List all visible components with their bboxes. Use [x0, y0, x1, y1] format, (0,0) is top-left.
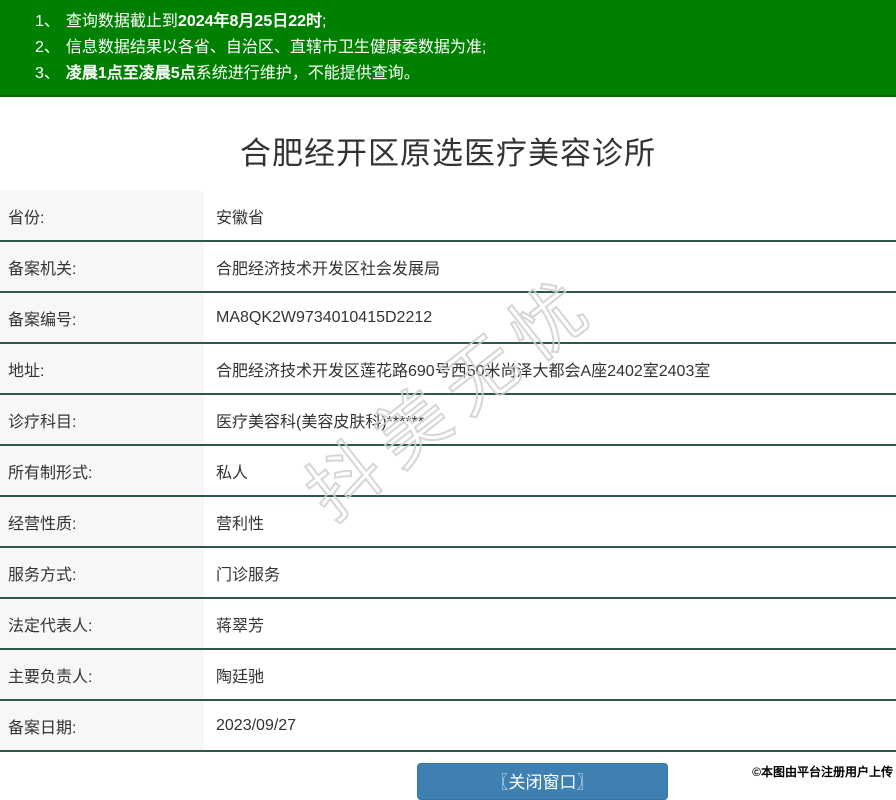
field-value: 合肥经济技术开发区莲花路690号西50米尚泽大都会A座2402室2403室 — [204, 343, 896, 395]
table-row: 备案编号: MA8QK2W9734010415D2212 — [0, 292, 896, 344]
notice-bold-text: 凌晨1点至凌晨5点 — [65, 65, 196, 82]
field-label: 地址: — [0, 343, 204, 395]
field-label: 备案机关: — [0, 241, 204, 293]
field-label: 备案日期: — [0, 700, 204, 752]
field-label: 法定代表人: — [0, 598, 204, 650]
notice-number: 3、 — [35, 65, 60, 82]
notice-number: 1、 — [35, 13, 60, 30]
table-row: 备案机关: 合肥经济技术开发区社会发展局 — [0, 241, 896, 293]
table-row: 地址: 合肥经济技术开发区莲花路690号西50米尚泽大都会A座2402室2403… — [0, 343, 896, 395]
copyright-stamp: ©本图由平台注册用户上传 — [752, 765, 893, 779]
field-value: 营利性 — [204, 496, 896, 548]
field-value: 合肥经济技术开发区社会发展局 — [204, 241, 896, 293]
field-value: 安徽省 — [204, 191, 896, 242]
notice-number: 2、 — [35, 39, 60, 56]
field-value: MA8QK2W9734010415D2212 — [204, 292, 896, 344]
table-row: 主要负责人: 陶廷驰 — [0, 649, 896, 701]
page-title: 合肥经开区原选医疗美容诊所 — [240, 136, 656, 171]
field-value: 2023/09/27 — [204, 700, 896, 752]
notice-header: 1、 查询数据截止到2024年8月25日22时; 2、 信息数据结果以各省、自治区、… — [0, 0, 896, 97]
field-value: 私人 — [204, 445, 896, 497]
table-row: 省份: 安徽省 — [0, 191, 896, 242]
table-row: 所有制形式: 私人 — [0, 445, 896, 497]
table-row: 诊疗科目: 医疗美容科(美容皮肤科)****** — [0, 394, 896, 446]
table-row: 备案日期: 2023/09/27 — [0, 700, 896, 752]
field-label: 省份: — [0, 191, 204, 242]
field-label: 主要负责人: — [0, 649, 204, 701]
notice-line-1: 1、 查询数据截止到2024年8月25日22时; — [35, 9, 886, 35]
notice-text: 系统进行维护，不能提供查询。 — [195, 65, 420, 82]
field-value: 蒋翠芳 — [204, 598, 896, 650]
notice-text: 信息数据结果以各省、自治区、直辖市卫生健康委数据为准; — [65, 39, 487, 56]
clinic-info-table: 省份: 安徽省 备案机关: 合肥经济技术开发区社会发展局 备案编号: MA8QK… — [0, 191, 896, 752]
notice-text: 查询数据截止到 — [65, 13, 178, 30]
field-value: 门诊服务 — [204, 547, 896, 599]
notice-line-3: 3、 凌晨1点至凌晨5点系统进行维护，不能提供查询。 — [35, 61, 886, 87]
field-label: 备案编号: — [0, 292, 204, 344]
field-label: 诊疗科目: — [0, 394, 204, 446]
field-label: 所有制形式: — [0, 445, 204, 497]
field-label: 服务方式: — [0, 547, 204, 599]
notice-bold-text: 2024年8月25日22时 — [177, 13, 323, 30]
field-value: 医疗美容科(美容皮肤科)****** — [204, 394, 896, 446]
table-row: 法定代表人: 蒋翠芳 — [0, 598, 896, 650]
notice-text: ; — [322, 13, 327, 30]
notice-line-2: 2、 信息数据结果以各省、自治区、直辖市卫生健康委数据为准; — [35, 35, 886, 61]
table-row: 经营性质: 营利性 — [0, 496, 896, 548]
field-label: 经营性质: — [0, 496, 204, 548]
table-row: 服务方式: 门诊服务 — [0, 547, 896, 599]
field-value: 陶廷驰 — [204, 649, 896, 701]
